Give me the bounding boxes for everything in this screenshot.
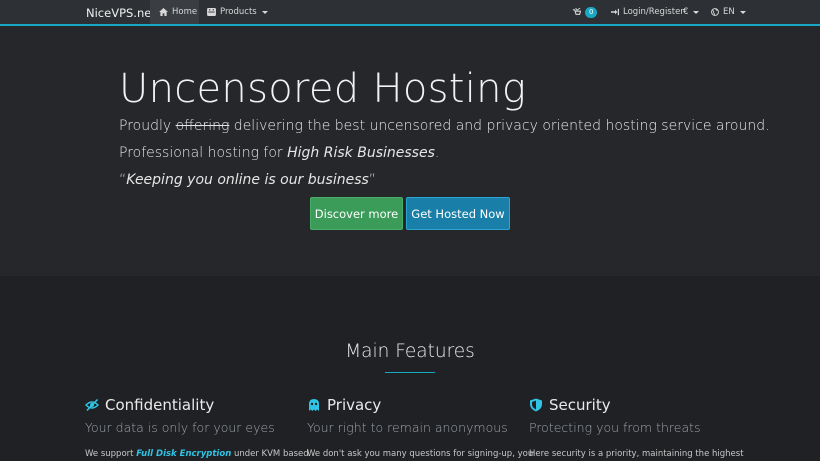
feature-security: Security Protecting you from threats Her… — [529, 395, 744, 459]
feature-privacy: Privacy Your right to remain anonymous W… — [307, 395, 534, 459]
brand-logo[interactable]: NiceVPS.net — [86, 6, 156, 20]
feature-title: Confidentiality — [105, 396, 215, 414]
feature-desc-suffix: under KVM based — [231, 449, 309, 459]
nav-language-dropdown[interactable]: EN — [711, 0, 746, 24]
cart-count-badge: 0 — [585, 6, 598, 18]
discover-more-button[interactable]: Discover more — [310, 197, 403, 230]
nav-products-label: Products — [220, 7, 257, 17]
feature-description: We support Full Disk Encryption under KV… — [85, 449, 309, 459]
feature-desc-highlight: Full Disk Encryption — [136, 449, 232, 459]
chevron-down-icon — [739, 10, 746, 14]
feature-header: Confidentiality — [85, 395, 295, 415]
feature-header: Security — [529, 395, 739, 415]
nav-cart[interactable]: 0 — [572, 0, 598, 24]
hero-subline: Professional hosting for High Risk Busin… — [119, 145, 439, 161]
nav-home-label: Home — [172, 7, 198, 17]
hero-quote: “Keeping you online is our business” — [119, 172, 376, 188]
hero-title: Uncensored Hosting — [119, 66, 527, 112]
chevron-down-icon — [261, 10, 268, 14]
hero-quote-close: ” — [368, 172, 377, 188]
hero-subline-suffix: . — [434, 145, 440, 161]
chevron-down-icon — [693, 10, 700, 14]
home-icon — [159, 8, 168, 16]
feature-title: Security — [549, 396, 611, 414]
globe-icon — [711, 8, 719, 16]
hero-quote-text: Keeping you online is our business — [126, 172, 369, 188]
ghost-icon — [309, 399, 319, 411]
language-label: EN — [723, 7, 735, 17]
feature-desc-prefix: We support — [85, 449, 137, 459]
feature-title: Privacy — [327, 396, 382, 414]
nav-currency-dropdown[interactable]: € — [683, 0, 700, 24]
features-title: Main Features — [345, 341, 475, 362]
hero-tagline: Proudly offering delivering the best unc… — [119, 118, 770, 134]
hero-tagline-rest: delivering the best uncensored and priva… — [229, 118, 770, 134]
feature-description: Here security is a priority, maintaining… — [529, 449, 744, 459]
get-hosted-now-button[interactable]: Get Hosted Now — [406, 197, 510, 230]
shield-icon — [530, 398, 542, 412]
nav-login-label: Login/Register — [623, 7, 684, 17]
cart-icon — [572, 7, 581, 15]
feature-subtitle: Your data is only for your eyes — [85, 420, 275, 435]
hero-subline-italic: High Risk Businesses — [287, 145, 435, 161]
navbar: NiceVPS.net Home Products 0 Login/Regist… — [0, 0, 820, 26]
hero-tagline-strike: offering — [175, 118, 230, 134]
currency-label: € — [683, 7, 689, 17]
eye-slash-icon — [85, 398, 99, 412]
hero-tagline-prefix: Proudly — [119, 118, 176, 134]
features-divider — [385, 372, 435, 373]
hero-subline-prefix: Professional hosting for — [119, 145, 288, 161]
login-icon — [611, 8, 619, 16]
feature-description: We don't ask you many questions for sign… — [307, 449, 534, 459]
nav-products-dropdown[interactable]: Products — [207, 0, 268, 24]
nav-login[interactable]: Login/Register — [611, 0, 684, 24]
feature-subtitle: Protecting you from threats — [529, 420, 701, 435]
feature-confidentiality: Confidentiality Your data is only for yo… — [85, 395, 309, 459]
nav-home[interactable]: Home — [150, 0, 199, 24]
feature-subtitle: Your right to remain anonymous — [307, 420, 508, 435]
feature-header: Privacy — [307, 395, 517, 415]
products-icon — [207, 8, 216, 16]
